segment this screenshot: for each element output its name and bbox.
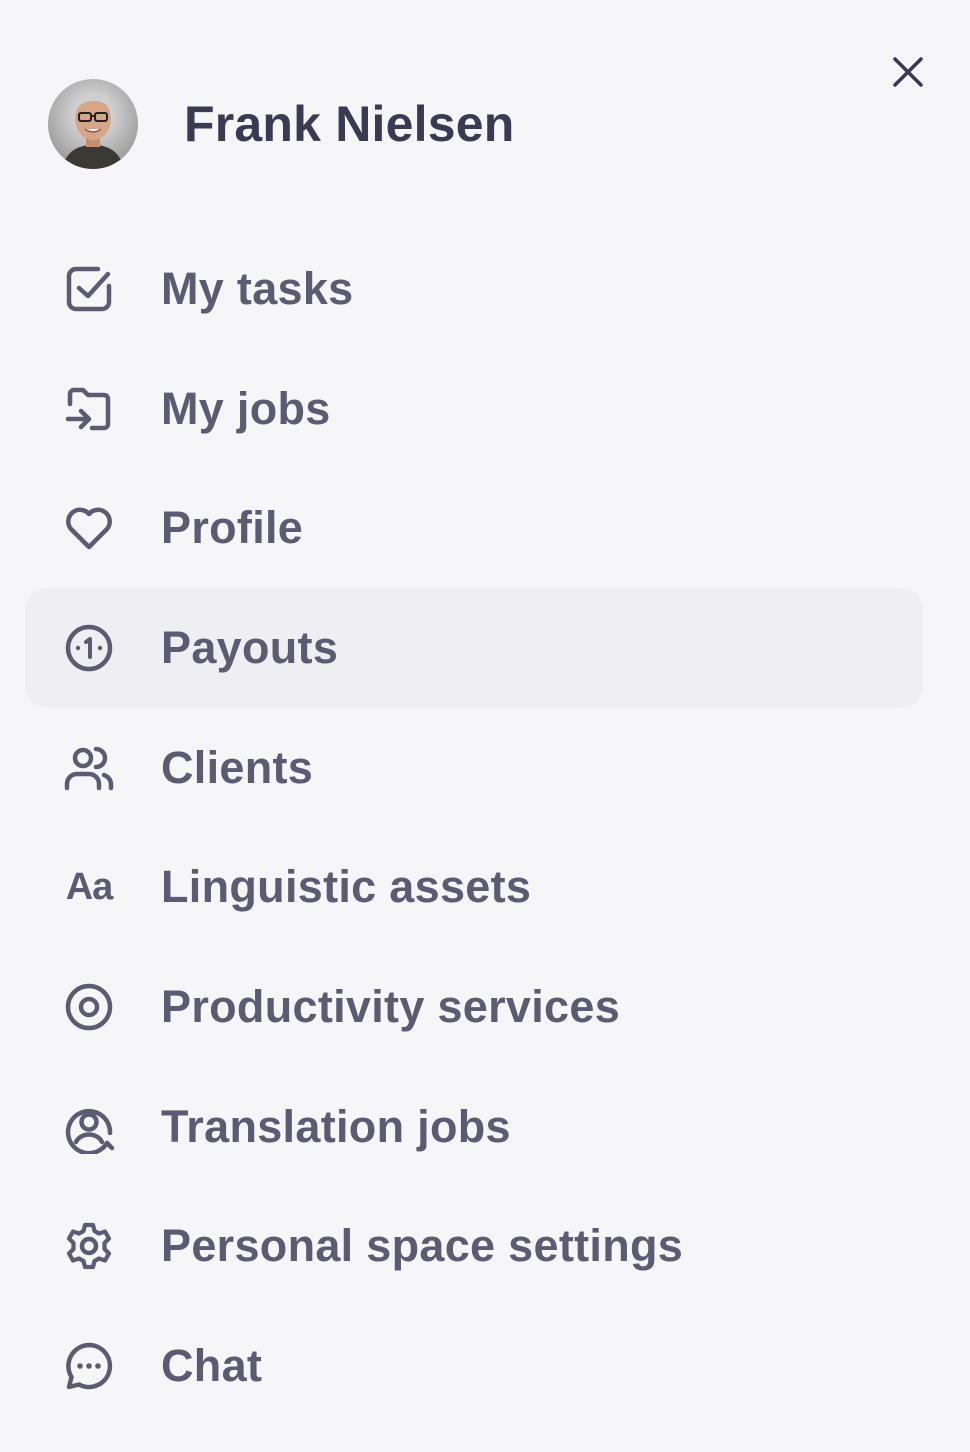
user-circle-icon [62,1100,116,1154]
nav-item-my-tasks[interactable]: My tasks [25,229,923,349]
nav-item-profile[interactable]: Profile [25,468,923,588]
target-icon [62,980,116,1034]
nav-label: Payouts [161,621,339,673]
nav-item-chat[interactable]: Chat [25,1306,923,1426]
nav-item-linguistic-assets[interactable]: Aa Linguistic assets [25,827,923,947]
aa-glyph: Aa [65,865,114,908]
nav-label: My tasks [161,262,354,314]
heart-icon [62,501,116,555]
nav-item-clients[interactable]: Clients [25,708,923,828]
side-menu-panel: Frank Nielsen My tasks My jobs Profile P… [0,0,970,1452]
users-icon [62,741,116,795]
nav-label: Productivity services [161,980,621,1032]
nav-label: Personal space settings [161,1220,684,1272]
nav-label: Translation jobs [161,1100,511,1152]
nav-item-productivity-services[interactable]: Productivity services [25,947,923,1067]
nav-item-my-jobs[interactable]: My jobs [25,349,923,469]
nav-item-payouts[interactable]: Payouts [25,588,923,708]
user-header: Frank Nielsen [48,79,515,169]
nav-label: Clients [161,741,314,793]
nav-menu: My tasks My jobs Profile Payouts Clients… [25,229,923,1426]
nav-label: Linguistic assets [161,861,532,913]
close-button[interactable] [884,48,932,96]
avatar[interactable] [48,79,138,169]
aa-icon: Aa [62,860,116,914]
nav-item-personal-space-settings[interactable]: Personal space settings [25,1187,923,1307]
checkbox-icon [62,262,116,316]
nav-label: Chat [161,1340,263,1392]
chat-icon [62,1339,116,1393]
nav-item-translation-jobs[interactable]: Translation jobs [25,1067,923,1187]
nav-label: My jobs [161,382,331,434]
gear-icon [62,1219,116,1273]
coin-icon [62,621,116,675]
nav-label: Profile [161,502,304,554]
user-name: Frank Nielsen [184,96,515,152]
close-icon [893,57,923,87]
folder-arrow-icon [62,382,116,436]
